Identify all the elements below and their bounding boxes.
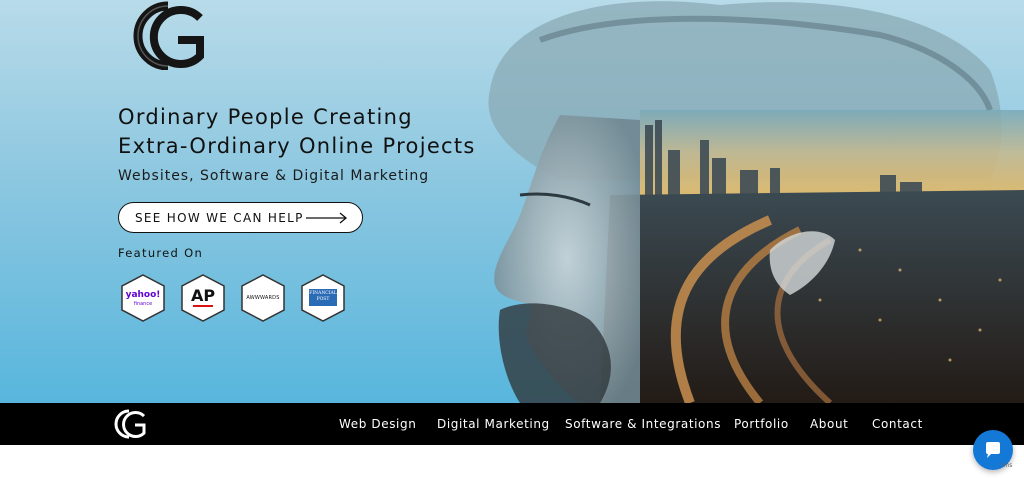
hero-headline: Ordinary People Creating Extra-Ordinary … (118, 103, 476, 161)
headline-line-2: Extra-Ordinary Online Projects (118, 134, 476, 158)
awwwards-logo-text: AWWWARDS (246, 295, 280, 301)
badge-yahoo-finance[interactable]: yahoo! finance (120, 274, 166, 322)
see-how-we-can-help-button[interactable]: SEE HOW WE CAN HELP (118, 202, 363, 233)
hero-section: Ordinary People Creating Extra-Ordinary … (0, 0, 1024, 403)
nav-portfolio[interactable]: Portfolio (734, 417, 789, 431)
nav-contact[interactable]: Contact (872, 417, 923, 431)
ap-logo-text: AP (190, 286, 216, 305)
cta-label: SEE HOW WE CAN HELP (135, 210, 304, 225)
nav-digital-marketing[interactable]: Digital Marketing (437, 417, 550, 431)
recaptcha-terms-text[interactable]: rms (1001, 462, 1012, 469)
badge-ap[interactable]: AP (180, 274, 226, 322)
gc-logo-icon[interactable] (108, 408, 148, 440)
badge-financial-post[interactable]: FINANCIAL POST (300, 274, 346, 322)
yahoo-logo-subtext: finance (133, 301, 153, 307)
featured-on-label: Featured On (118, 246, 204, 260)
headline-line-1: Ordinary People Creating (118, 105, 413, 129)
nav-web-design[interactable]: Web Design (339, 417, 416, 431)
hero-subheadline: Websites, Software & Digital Marketing (118, 168, 430, 184)
main-navbar: Web Design Digital Marketing Software & … (0, 403, 1024, 445)
financial-post-logo-text: FINANCIAL POST (309, 291, 337, 302)
chat-icon (986, 442, 1000, 458)
badge-awwwards[interactable]: AWWWARDS (240, 274, 286, 322)
yahoo-logo-text: yahoo! (125, 290, 161, 300)
gc-logo-icon[interactable] (118, 0, 210, 70)
nav-about[interactable]: About (810, 417, 848, 431)
nav-software-integrations[interactable]: Software & Integrations (565, 417, 721, 431)
arrow-right-icon (306, 212, 348, 224)
